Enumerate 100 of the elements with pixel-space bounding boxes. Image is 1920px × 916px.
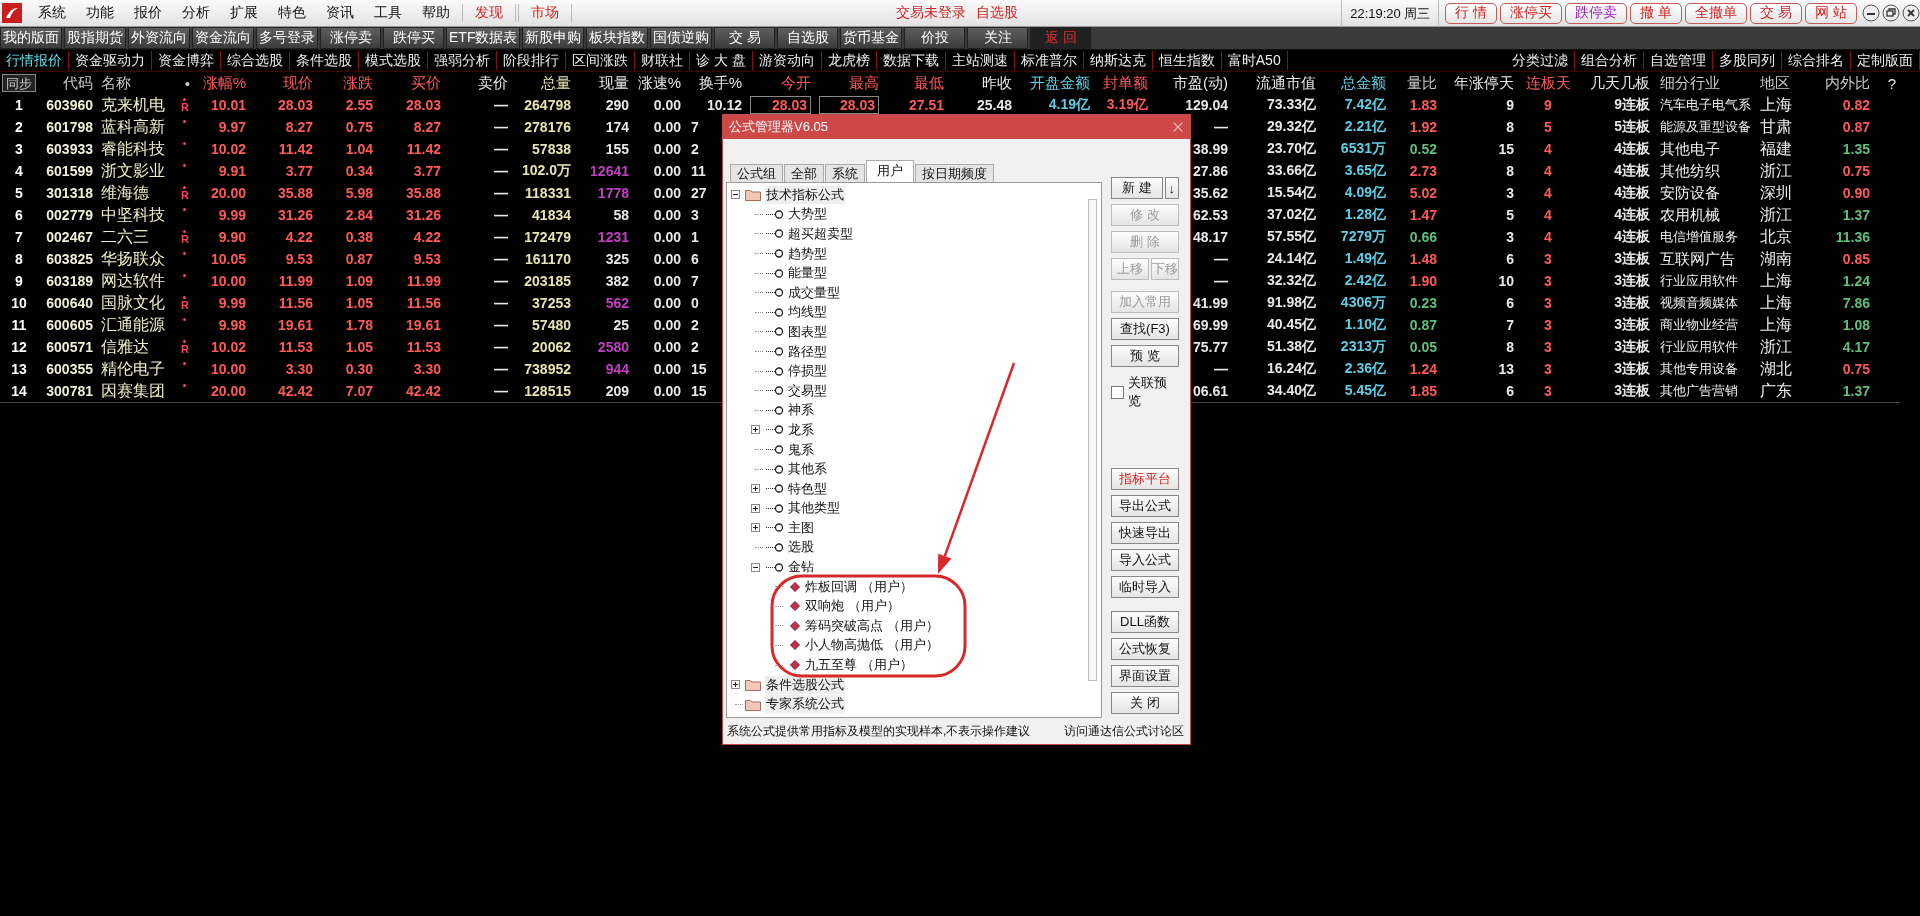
tab[interactable]: 全部 <box>784 164 824 182</box>
toolbar-button[interactable]: 关注 <box>967 27 1029 49</box>
menu-item[interactable]: 功能 <box>76 4 124 22</box>
tree-item[interactable]: 均线型 <box>788 303 827 322</box>
nav-tab[interactable]: 资金驱动力 <box>69 51 152 70</box>
quick-button[interactable]: 全撤单 <box>1685 2 1748 24</box>
tree-item[interactable]: 成交量型 <box>788 283 840 302</box>
tree-item[interactable]: 特色型 <box>788 479 827 498</box>
expand-icon[interactable] <box>751 523 760 533</box>
tree-item[interactable]: 炸板回调 （用户） <box>805 577 913 596</box>
toolbar-button[interactable]: 跌停买 <box>383 27 444 49</box>
column-header[interactable]: • <box>175 74 200 92</box>
nav-tab[interactable]: 财联社 <box>635 51 690 70</box>
column-header[interactable]: 最低 <box>883 73 948 93</box>
toolbar-button[interactable]: 涨停卖 <box>320 27 381 49</box>
column-header[interactable]: 连板天 <box>1518 73 1578 93</box>
column-header[interactable]: 名称 <box>97 73 175 93</box>
dialog-button[interactable]: 关 闭 <box>1111 692 1179 714</box>
toolbar-button[interactable]: 资金流向 <box>192 27 254 49</box>
tree-item[interactable]: 鬼系 <box>788 440 814 459</box>
tree-item[interactable]: 小人物高抛低 （用户） <box>805 636 939 655</box>
nav-tab[interactable]: 组合分析 <box>1575 51 1644 70</box>
nav-tab[interactable]: 纳斯达克 <box>1083 51 1153 70</box>
menu-item[interactable]: 资讯 <box>316 4 364 22</box>
nav-tab[interactable]: 自选管理 <box>1644 51 1713 70</box>
close-icon[interactable] <box>1902 4 1920 22</box>
toolbar-button[interactable]: 交 易 <box>714 27 776 49</box>
dialog-button[interactable]: 查找(F3) <box>1111 318 1179 340</box>
tree-item[interactable]: 主图 <box>788 518 814 537</box>
tree-item[interactable]: 其他系 <box>788 460 827 479</box>
column-header[interactable]: 市盈(动) <box>1152 73 1232 93</box>
column-header[interactable]: 今开 <box>746 73 815 93</box>
collapse-icon[interactable] <box>751 562 760 572</box>
tree-item[interactable]: 龙系 <box>788 420 814 439</box>
column-header[interactable]: 涨速% <box>633 73 685 93</box>
quick-button[interactable]: 撤 单 <box>1630 2 1683 24</box>
nav-tab[interactable]: 行情报价 <box>0 51 69 70</box>
nav-tab[interactable]: 条件选股 <box>290 51 359 70</box>
menu-item[interactable]: 分析 <box>172 4 220 22</box>
nav-tab[interactable]: 诊 大 盘 <box>690 51 753 70</box>
expand-icon[interactable] <box>731 680 740 690</box>
tree-item[interactable]: 双响炮 （用户） <box>805 597 900 616</box>
tree-item[interactable]: 趋势型 <box>788 244 827 263</box>
column-header[interactable]: 现量 <box>575 73 633 93</box>
tree-item[interactable]: 图表型 <box>788 322 827 341</box>
nav-tab[interactable]: 阶段排行 <box>497 51 566 70</box>
tab[interactable]: 按日期频度 <box>915 164 994 182</box>
nav-tab[interactable]: 恒生指数 <box>1152 51 1222 70</box>
column-header[interactable]: 总金额 <box>1320 73 1390 93</box>
column-header[interactable]: 年涨停天 <box>1441 73 1518 93</box>
tree-item[interactable]: 其他类型 <box>788 499 840 518</box>
tab[interactable]: 用户 <box>866 160 914 182</box>
toolbar-button[interactable]: 外资流向 <box>128 27 190 49</box>
column-header[interactable]: 量比 <box>1390 73 1441 93</box>
column-header[interactable]: 买价 <box>377 73 445 93</box>
column-header[interactable]: 总量 <box>512 73 575 93</box>
column-header[interactable]: 现价 <box>250 73 317 93</box>
quick-button[interactable]: 网 站 <box>1805 2 1857 24</box>
nav-tab[interactable]: 资金博弈 <box>152 51 221 70</box>
nav-tab[interactable]: 定制版面 <box>1851 51 1920 70</box>
expand-icon[interactable] <box>751 425 760 435</box>
sync-button[interactable]: 同步 <box>2 74 36 92</box>
toolbar-button[interactable]: 国债逆购 <box>650 27 713 49</box>
tree-item[interactable]: 大势型 <box>788 205 827 224</box>
column-header[interactable]: 封单额 <box>1094 73 1152 93</box>
column-header[interactable]: 卖价 <box>445 73 512 93</box>
column-header[interactable]: ? <box>1874 74 1900 92</box>
dialog-button[interactable]: 指标平台 <box>1111 468 1179 490</box>
column-header[interactable]: 流通市值 <box>1232 73 1320 93</box>
menu-item[interactable]: 工具 <box>364 4 412 22</box>
nav-tab[interactable]: 龙虎榜 <box>821 51 877 70</box>
tree-item[interactable]: 九五至尊 （用户） <box>805 656 913 675</box>
dialog-button[interactable]: DLL函数 <box>1111 611 1179 633</box>
tree-item[interactable]: 选股 <box>788 538 814 557</box>
dialog-button[interactable]: 导入公式 <box>1111 549 1179 571</box>
toolbar-button[interactable]: 货币基金 <box>840 27 903 49</box>
nav-tab[interactable]: 游资动向 <box>752 51 822 70</box>
quick-button[interactable]: 跌停卖 <box>1565 2 1628 24</box>
quick-button[interactable]: 行 情 <box>1445 2 1498 24</box>
dialog-button[interactable]: 预 览 <box>1111 345 1179 367</box>
toolbar-button[interactable]: 价投 <box>904 27 966 49</box>
tab[interactable]: 系统 <box>825 164 865 182</box>
tab[interactable]: 公式组 <box>730 164 783 182</box>
nav-tab[interactable]: 数据下载 <box>876 51 946 70</box>
nav-tab[interactable]: 多股同列 <box>1713 51 1782 70</box>
column-header[interactable]: 昨收 <box>948 73 1016 93</box>
dialog-button[interactable]: 公式恢复 <box>1111 638 1179 660</box>
menu-item[interactable]: 报价 <box>124 4 172 22</box>
tree-item[interactable]: 能量型 <box>788 264 827 283</box>
tree-item[interactable]: 停损型 <box>788 362 827 381</box>
quick-button[interactable]: 交 易 <box>1750 2 1803 24</box>
forum-link[interactable]: 访问通达信公式讨论区 <box>1064 722 1184 740</box>
watchlist-link[interactable]: 自选股 <box>975 4 1018 22</box>
tree-item[interactable]: 金钻 <box>788 558 814 577</box>
restore-icon[interactable] <box>1882 4 1900 22</box>
dialog-button[interactable]: 新 建 <box>1111 177 1163 199</box>
minimize-icon[interactable] <box>1862 4 1880 22</box>
menu-item[interactable]: 扩展 <box>220 4 268 22</box>
column-header[interactable]: 细分行业 <box>1654 73 1754 93</box>
dialog-button[interactable]: ↓ <box>1164 177 1179 199</box>
